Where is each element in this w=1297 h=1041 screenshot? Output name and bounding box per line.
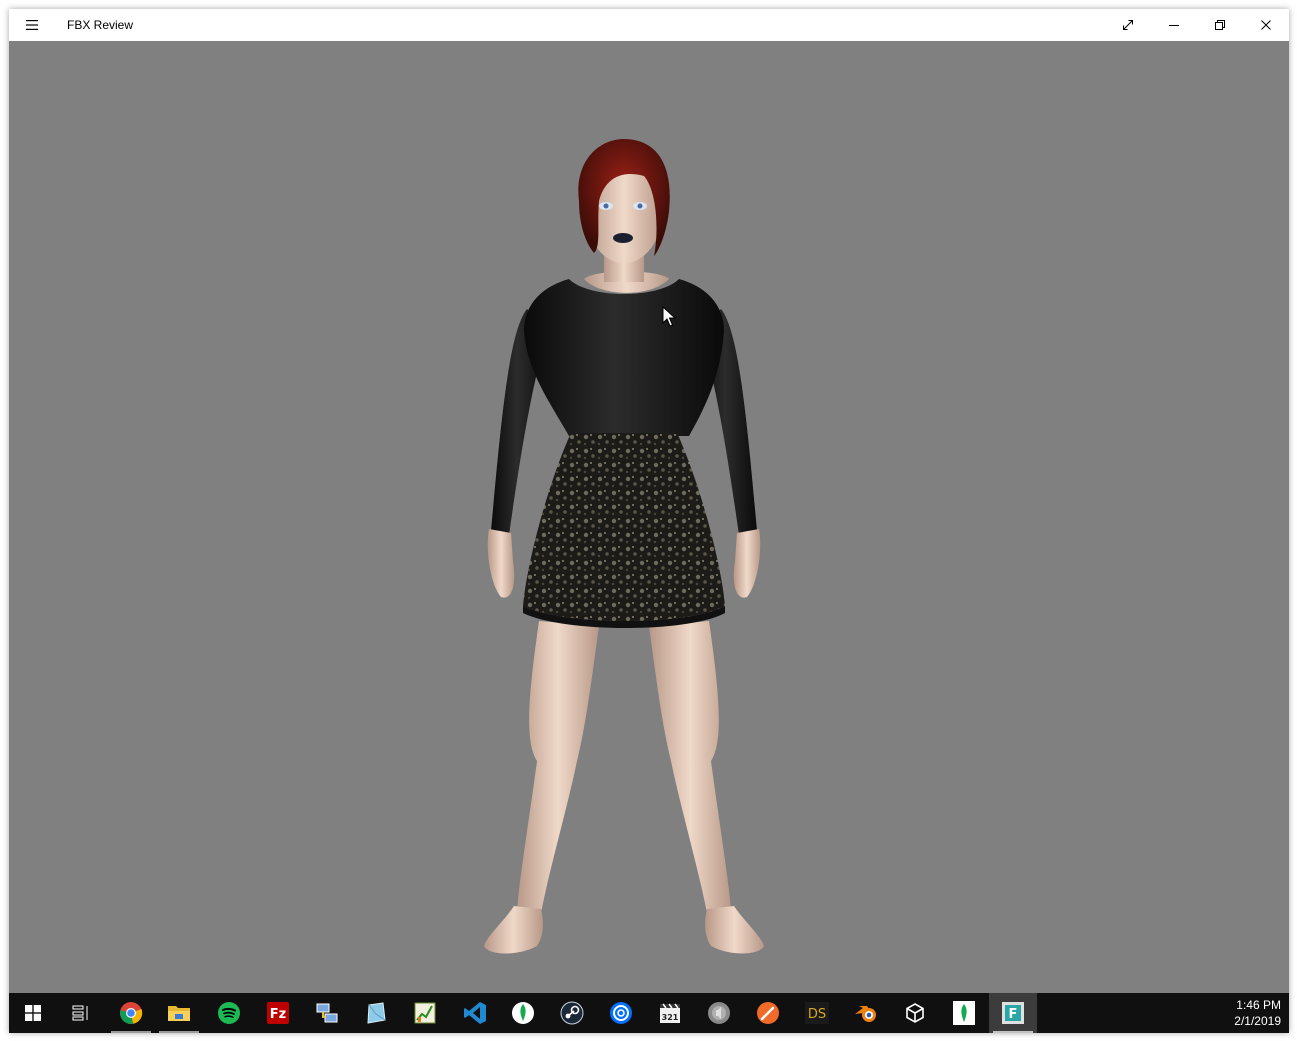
speaker-icon[interactable] [695, 993, 743, 1033]
clock-date: 2/1/2019 [1234, 1014, 1281, 1028]
window-title: FBX Review [67, 18, 134, 32]
daz-studio-icon[interactable]: DS [793, 993, 841, 1033]
calendar-clapper-icon[interactable]: 321 [646, 993, 694, 1033]
character-model [484, 139, 764, 954]
3d-viewport[interactable] [9, 41, 1289, 993]
hamburger-icon[interactable] [9, 9, 55, 41]
network-tool-icon[interactable] [303, 993, 351, 1033]
expand-icon[interactable] [1105, 9, 1151, 41]
fbx-review-icon[interactable]: F [989, 993, 1037, 1033]
app-window: FBX Review Fz 321 DS F 1:46 PM 2/1/2019 [9, 9, 1289, 1033]
mouse-cursor-icon [662, 306, 676, 327]
unity-icon[interactable] [891, 993, 939, 1033]
mongodb-icon[interactable] [499, 993, 547, 1033]
spotify-icon[interactable] [205, 993, 253, 1033]
svg-text:Fz: Fz [270, 1007, 286, 1022]
steam-icon[interactable] [548, 993, 596, 1033]
filezilla-icon[interactable]: Fz [254, 993, 302, 1033]
svg-text:DS: DS [808, 1007, 826, 1022]
svg-text:F: F [1009, 1007, 1018, 1022]
restore-icon[interactable] [1197, 9, 1243, 41]
vscode-icon[interactable] [451, 993, 499, 1033]
blender-icon[interactable] [842, 993, 890, 1033]
svg-text:321: 321 [662, 1013, 679, 1022]
title-bar: FBX Review [9, 9, 1289, 41]
start-icon[interactable] [9, 993, 57, 1033]
clock-time: 1:46 PM [1236, 998, 1281, 1012]
brush-app-icon[interactable] [744, 993, 792, 1033]
chart-app-icon[interactable] [401, 993, 449, 1033]
sketch-tool-icon[interactable] [352, 993, 400, 1033]
task-view-icon[interactable] [57, 993, 105, 1033]
uplay-icon[interactable] [597, 993, 645, 1033]
system-clock[interactable]: 1:46 PM 2/1/2019 [1201, 993, 1281, 1033]
close-icon[interactable] [1243, 9, 1289, 41]
taskbar: Fz 321 DS F 1:46 PM 2/1/2019 [9, 993, 1289, 1033]
chrome-icon[interactable] [107, 993, 155, 1033]
file-explorer-icon[interactable] [155, 993, 203, 1033]
minimize-icon[interactable] [1151, 9, 1197, 41]
mongodb-compass-icon[interactable] [940, 993, 988, 1033]
